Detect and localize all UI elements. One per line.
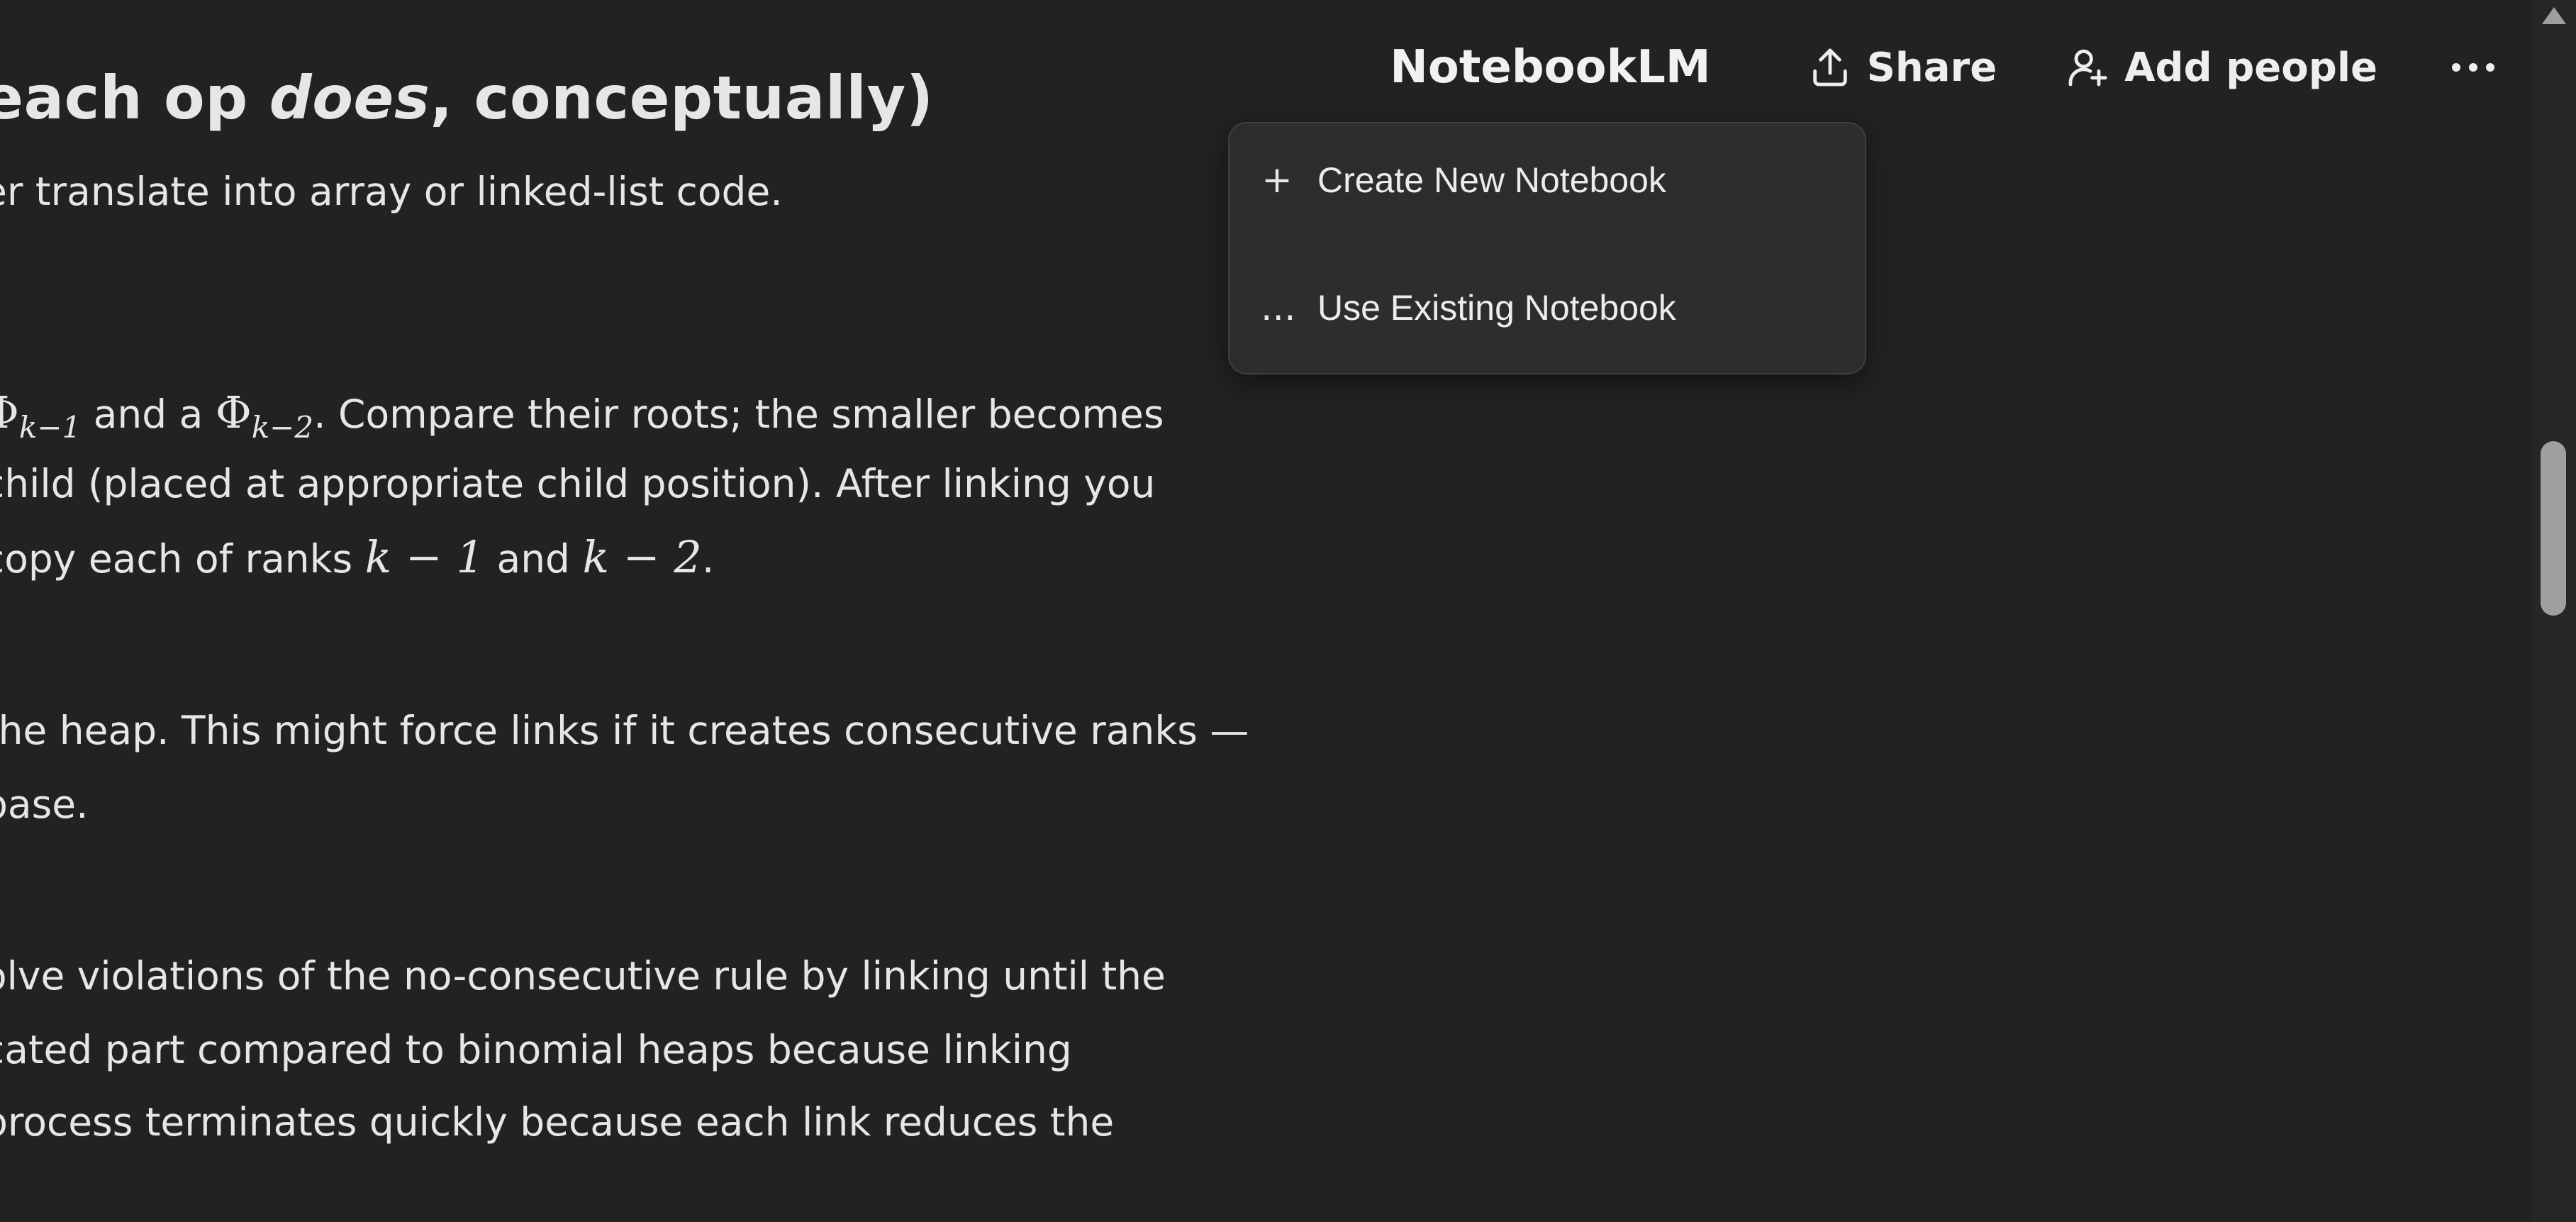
menu-item-label: Use Existing Notebook [1317, 288, 1676, 328]
share-icon [1807, 45, 1853, 90]
paragraph-line: er translate into array or linked-list c… [0, 169, 783, 214]
vertical-scrollbar[interactable] [2531, 0, 2576, 1222]
text-run: copy each of ranks [0, 536, 365, 582]
paragraph-line: process terminates quickly because each … [0, 1099, 1115, 1145]
add-person-icon [2065, 45, 2110, 90]
text-run: . Compare their roots; the smaller becom… [313, 391, 1164, 437]
heading-emphasis: does [269, 63, 430, 133]
more-options-button[interactable] [2441, 35, 2505, 99]
text-run: and [484, 536, 583, 582]
section-heading: each op does, conceptually) [0, 65, 934, 130]
math-expression: k − 1 [364, 531, 485, 583]
heading-text-start: each op [0, 63, 269, 133]
notebooklm-window: each op does, conceptually) er translate… [0, 0, 2576, 1222]
scroll-up-arrow-icon[interactable] [2542, 7, 2566, 24]
share-button[interactable]: Share [1795, 36, 2010, 99]
add-people-label: Add people [2124, 44, 2377, 91]
notebook-dropdown-menu: + Create New Notebook ... Use Existing N… [1228, 122, 1866, 374]
heading-text-end: , conceptually) [430, 63, 934, 133]
paragraph-line: base. [0, 782, 89, 827]
math-subscript: k−1 [18, 410, 82, 445]
paragraph-line: cated part compared to binomial heaps be… [0, 1027, 1072, 1072]
math-phi: Φ [215, 387, 252, 438]
top-header: NotebookLM Share Add people [1390, 28, 2505, 106]
menu-item-create-new-notebook[interactable]: + Create New Notebook [1261, 145, 1828, 216]
article-content: each op does, conceptually) er translate… [0, 0, 1249, 1222]
plus-icon: + [1261, 159, 1293, 201]
scrollbar-thumb[interactable] [2541, 441, 2566, 616]
paragraph-line: Φk−1 and a Φk−2. Compare their roots; th… [0, 387, 1164, 442]
math-phi: Φ [0, 387, 19, 438]
paragraph-line: the heap. This might force links if it c… [0, 708, 1249, 753]
menu-item-use-existing-notebook[interactable]: ... Use Existing Notebook [1261, 272, 1828, 343]
paragraph-line: child (placed at appropriate child posit… [0, 461, 1156, 506]
paragraph-line: olve violations of the no-consecutive ru… [0, 953, 1166, 999]
math-expression: k − 2 [582, 531, 702, 583]
more-horizontal-icon [2450, 59, 2497, 76]
menu-item-label: Create New Notebook [1317, 160, 1666, 200]
paragraph-line: copy each of ranks k − 1 and k − 2. [0, 533, 714, 582]
text-run: and a [81, 391, 216, 437]
app-title: NotebookLM [1390, 41, 1711, 94]
share-label: Share [1866, 44, 1997, 91]
ellipsis-icon: ... [1261, 287, 1296, 329]
math-subscript: k−2 [251, 410, 314, 445]
text-run: . [701, 536, 715, 582]
add-people-button[interactable]: Add people [2052, 36, 2390, 99]
